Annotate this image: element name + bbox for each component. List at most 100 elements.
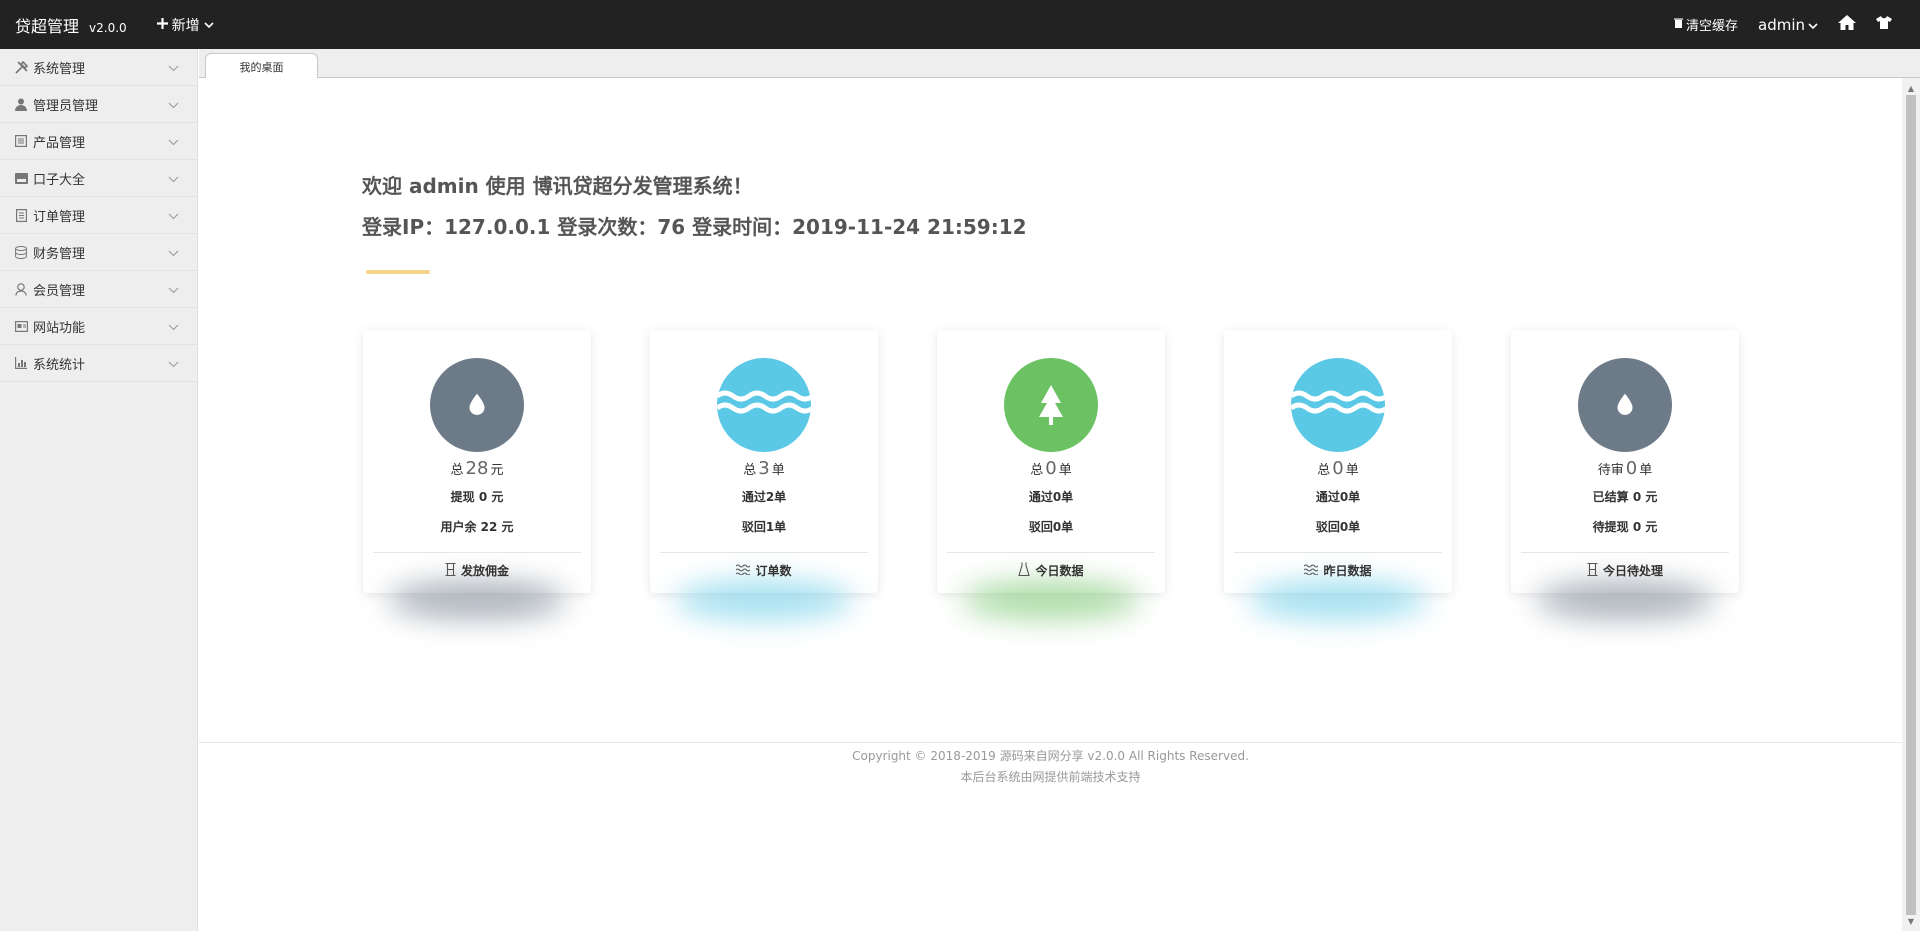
card-total-value: 0 [1625,458,1638,479]
card-line-3: 用户余 22 元 [440,520,514,534]
card-total: 待审 0 单 [1511,458,1739,479]
skin-button[interactable] [1876,16,1892,33]
card-line-2: 通过0单 [1315,490,1361,504]
card-glow [961,580,1141,620]
tshirt-icon [1876,16,1892,33]
card-glow [674,580,854,620]
card-divider [1234,552,1442,553]
sidebar-item-website[interactable]: 网站功能 [0,308,197,345]
card-icon [14,171,28,185]
card-footer-link[interactable]: 昨日数据 [1224,562,1452,579]
plus-icon [156,17,168,33]
card-line-3: 驳回1单 [741,520,787,534]
card-footer-label: 发放佣金 [460,564,509,578]
sidebar-item-label: 订单管理 [33,209,86,225]
wave-icon [1304,563,1319,578]
sidebar-item-admins[interactable]: 管理员管理 [0,86,197,123]
card-footer-link[interactable]: 今日数据 [937,562,1165,579]
clear-cache-button[interactable]: 清空缓存 [1673,15,1738,34]
stat-card-pending: 待审 0 单 已结算 0 元 待提现 0 元 今日待处理 [1511,330,1739,620]
scroll-thumb[interactable] [1906,95,1916,915]
card-total-prefix: 总 [450,463,464,478]
brand-title: 贷超管理 [15,16,80,36]
welcome-block: 欢迎 admin 使用 博讯贷超分发管理系统！ 登录IP：127.0.0.1 登… [362,166,1027,248]
card-footer-label: 今日数据 [1035,564,1084,578]
card-total-prefix: 总 [1030,463,1044,478]
card-line-3: 驳回0单 [1315,520,1361,534]
sidebar-item-statistics[interactable]: 系统统计 [0,345,197,382]
card-glow [1248,580,1428,620]
sidebar: 系统管理 管理员管理 产品管理 口子大全 订单管理 财务管理 会员管理 网站功能… [0,49,198,931]
card-footer-link[interactable]: 订单数 [650,562,878,579]
card-total: 总0单 [937,458,1165,479]
username: admin [1758,15,1805,34]
water-icon [1291,358,1385,452]
chevron-down-icon [168,61,179,76]
sidebar-item-members[interactable]: 会员管理 [0,271,197,308]
card-glow [1535,580,1715,620]
database-icon [14,245,28,259]
sidebar-item-label: 财务管理 [33,246,86,262]
column-icon [445,562,456,579]
tab-my-desktop[interactable]: 我的桌面 [205,53,318,79]
clear-cache-label: 清空缓存 [1685,19,1738,34]
chevron-down-icon [168,172,179,187]
card-footer-link[interactable]: 发放佣金 [363,562,591,579]
sidebar-item-label: 口子大全 [33,172,86,188]
footer-divider [199,742,1902,743]
card-line-2: 已结算 0 元 [1592,490,1658,504]
user-menu[interactable]: admin [1758,16,1818,34]
card-divider [373,552,581,553]
sidebar-item-label: 网站功能 [33,320,86,336]
login-info: 登录IP：127.0.0.1 登录次数：76 登录时间：2019-11-24 2… [362,215,1027,239]
scroll-down-icon[interactable]: ▼ [1902,914,1920,928]
dress-icon [1018,562,1031,579]
sidebar-item-koudaqi[interactable]: 口子大全 [0,160,197,197]
chevron-down-icon [204,17,214,33]
card-total-value: 3 [758,458,770,479]
new-menu-button[interactable]: 新增 [156,15,214,35]
sidebar-item-label: 会员管理 [33,283,86,299]
vertical-scrollbar[interactable]: ▲ ▼ [1902,78,1920,931]
card-total-prefix: 总 [743,463,757,478]
sidebar-item-label: 管理员管理 [33,98,99,114]
chevron-down-icon [168,209,179,224]
chevron-down-icon [168,98,179,113]
card-total-suffix: 元 [490,463,504,478]
order-icon [14,208,28,222]
trash-icon [1673,17,1683,32]
brand[interactable]: 贷超管理 v2.0.0 [15,13,127,37]
card-line-2: 通过0单 [1028,490,1074,504]
stat-card-yesterday: 总0单 通过0单 驳回0单 昨日数据 [1224,330,1452,620]
stat-card-orders: 总3单 通过2单 驳回1单 订单数 [650,330,878,620]
new-menu-label: 新增 [171,17,200,34]
card-total: 总0单 [1224,458,1452,479]
card-footer-link[interactable]: 今日待处理 [1511,562,1739,579]
drop-icon [1578,358,1672,452]
tab-label: 我的桌面 [239,60,284,74]
sidebar-item-orders[interactable]: 订单管理 [0,197,197,234]
scroll-up-icon[interactable]: ▲ [1902,81,1920,95]
card-total-prefix: 待审 [1597,463,1624,478]
card-total-suffix: 单 [1058,463,1072,478]
card-total-suffix: 单 [1345,463,1359,478]
main-content: 欢迎 admin 使用 博讯贷超分发管理系统！ 登录IP：127.0.0.1 登… [199,78,1902,931]
sidebar-item-products[interactable]: 产品管理 [0,123,197,160]
stat-card-commission: 总 28 元 提现 0 元 用户余 22 元 发放佣金 [363,330,591,620]
card-total-suffix: 单 [771,463,785,478]
sidebar-item-label: 产品管理 [33,135,86,151]
sidebar-item-label: 系统管理 [33,61,86,77]
card-line-2: 通过2单 [741,490,787,504]
home-button[interactable] [1838,15,1856,34]
card-total: 总3单 [650,458,878,479]
welcome-message: 欢迎 admin 使用 博讯贷超分发管理系统！ [362,174,753,198]
sidebar-item-finance[interactable]: 财务管理 [0,234,197,271]
card-divider [947,552,1155,553]
sidebar-item-system[interactable]: 系统管理 [0,49,197,86]
card-footer-label: 订单数 [755,564,792,578]
card-divider [1521,552,1729,553]
chevron-down-icon [168,283,179,298]
card-divider [660,552,868,553]
copyright: Copyright © 2018-2019 源码来自网分享 v2.0.0 All… [852,749,1249,763]
card-line-3: 驳回0单 [1028,520,1074,534]
